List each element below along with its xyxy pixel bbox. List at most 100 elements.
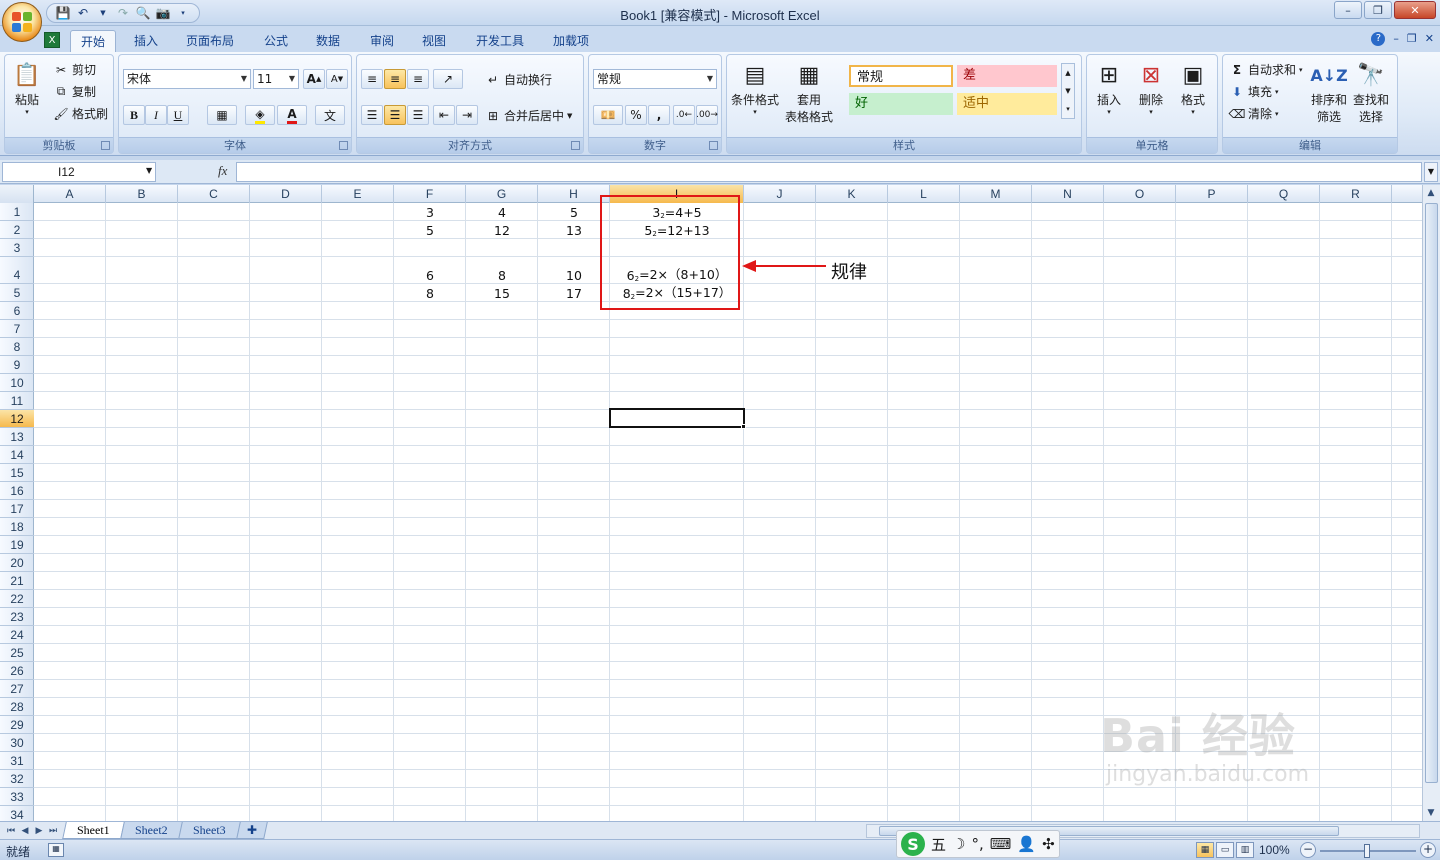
italic-button[interactable]: I [145,105,167,125]
column-header-P[interactable]: P [1176,185,1248,203]
font-name-combo[interactable]: 宋体 ▼ [123,69,251,89]
tab-home[interactable]: 开始 [70,30,117,52]
row-header-29[interactable]: 29 [0,716,34,734]
prev-sheet-icon[interactable]: ◀ [18,824,32,838]
minimize-button[interactable]: – [1334,1,1362,19]
conditional-format-button[interactable]: ▤ 条件格式 ▾ [731,59,779,117]
zoom-out-icon[interactable]: − [1300,842,1316,858]
number-format-combo[interactable]: 常规 ▼ [593,69,717,89]
half-width-moon-icon[interactable]: ☽ [952,835,965,853]
row-header-33[interactable]: 33 [0,788,34,806]
align-center-button[interactable]: ☰ [384,105,406,125]
row-header-7[interactable]: 7 [0,320,34,338]
ime-mode[interactable]: 五 [931,834,946,855]
cell-G5[interactable]: 15 [466,284,538,302]
underline-button[interactable]: U [167,105,189,125]
style-normal[interactable]: 常规 [849,65,953,87]
tab-data[interactable]: 数据 [306,30,350,52]
row-header-9[interactable]: 9 [0,356,34,374]
insert-cells-button[interactable]: ⊞ 插入 ▾ [1093,59,1125,117]
zoom-slider-thumb[interactable] [1364,844,1370,858]
vertical-scrollbar[interactable]: ▲ ▼ [1422,185,1440,821]
tab-addins[interactable]: 加载项 [543,30,599,52]
tab-view[interactable]: 视图 [412,30,456,52]
vertical-scroll-thumb[interactable] [1425,203,1438,783]
keyboard-icon[interactable]: ⌨ [990,835,1012,853]
row-header-26[interactable]: 26 [0,662,34,680]
bold-button[interactable]: B [123,105,145,125]
tab-page-layout[interactable]: 页面布局 [176,30,244,52]
merge-center-button[interactable]: ⊞ 合并后居中 ▼ [485,107,572,124]
macro-record-icon[interactable]: ▦ [48,843,64,857]
orientation-button[interactable]: ↗ [433,69,463,89]
cell-F2[interactable]: 5 [394,221,466,239]
row-header-13[interactable]: 13 [0,428,34,446]
style-bad[interactable]: 差 [957,65,1057,87]
apps-icon[interactable]: ✣ [1042,835,1055,853]
row-header-5[interactable]: 5 [0,284,34,302]
cell-G1[interactable]: 4 [466,203,538,221]
borders-button[interactable]: ▦ [207,105,237,125]
row-header-22[interactable]: 22 [0,590,34,608]
column-header-Q[interactable]: Q [1248,185,1320,203]
expand-formula-bar-icon[interactable]: ▼ [1424,162,1438,182]
name-box-dropdown-icon[interactable]: ▼ [146,166,152,175]
comma-button[interactable]: , [648,105,670,125]
column-header-L[interactable]: L [888,185,960,203]
format-cells-button[interactable]: ▣ 格式 ▾ [1177,59,1209,117]
row-header-17[interactable]: 17 [0,500,34,518]
ribbon-close-icon[interactable]: ✕ [1425,32,1434,46]
sheet-tab-3[interactable]: Sheet3 [178,822,241,839]
row-header-32[interactable]: 32 [0,770,34,788]
zoom-level[interactable]: 100% [1259,843,1290,857]
sheet-tab-1[interactable]: Sheet1 [62,822,125,839]
insert-sheet-tab[interactable]: ✚ [236,822,268,839]
row-header-12[interactable]: 12 [0,410,34,428]
ribbon-minimize-icon[interactable]: – [1393,32,1399,46]
clipboard-launcher-icon[interactable] [101,141,110,150]
wrap-text-button[interactable]: ↵ 自动换行 [485,71,552,88]
row-header-24[interactable]: 24 [0,626,34,644]
sogou-logo-icon[interactable]: S [901,832,925,856]
row-header-19[interactable]: 19 [0,536,34,554]
scroll-down-icon[interactable]: ▼ [1423,805,1439,821]
align-top-button[interactable]: ≡ [361,69,383,89]
alignment-launcher-icon[interactable] [571,141,580,150]
normal-view-icon[interactable]: ▦ [1196,842,1214,858]
row-header-8[interactable]: 8 [0,338,34,356]
row-header-6[interactable]: 6 [0,302,34,320]
select-all-button[interactable] [0,185,34,203]
punctuation-icon[interactable]: °, [971,835,983,853]
column-header-K[interactable]: K [816,185,888,203]
column-header-B[interactable]: B [106,185,178,203]
font-launcher-icon[interactable] [339,141,348,150]
row-header-28[interactable]: 28 [0,698,34,716]
sort-filter-button[interactable]: A↓Z 排序和 筛选 [1310,59,1347,125]
row-header-34[interactable]: 34 [0,806,34,821]
tab-developer[interactable]: 开发工具 [466,30,534,52]
row-header-2[interactable]: 2 [0,221,34,239]
find-select-button[interactable]: 🔭 查找和 选择 [1353,59,1389,125]
row-header-21[interactable]: 21 [0,572,34,590]
align-left-button[interactable]: ☰ [361,105,383,125]
delete-cells-button[interactable]: ⊠ 删除 ▾ [1135,59,1167,117]
percent-button[interactable]: % [625,105,647,125]
style-good[interactable]: 好 [849,93,953,115]
column-header-N[interactable]: N [1032,185,1104,203]
tab-insert[interactable]: 插入 [124,30,168,52]
clear-button[interactable]: ⌫ 清除 ▾ [1229,105,1279,122]
row-header-31[interactable]: 31 [0,752,34,770]
row-header-4[interactable]: 4 [0,257,34,284]
tab-review[interactable]: 审阅 [360,30,404,52]
format-painter-button[interactable]: 🖌 格式刷 [53,105,108,122]
user-icon[interactable]: 👤 [1017,835,1036,853]
office-button[interactable] [2,2,42,42]
column-header-J[interactable]: J [744,185,816,203]
maximize-button[interactable]: ❐ [1364,1,1392,19]
tab-formulas[interactable]: 公式 [254,30,298,52]
formula-input[interactable] [236,162,1422,182]
column-header-F[interactable]: F [394,185,466,203]
row-header-27[interactable]: 27 [0,680,34,698]
page-layout-view-icon[interactable]: ▭ [1216,842,1234,858]
column-header-A[interactable]: A [34,185,106,203]
